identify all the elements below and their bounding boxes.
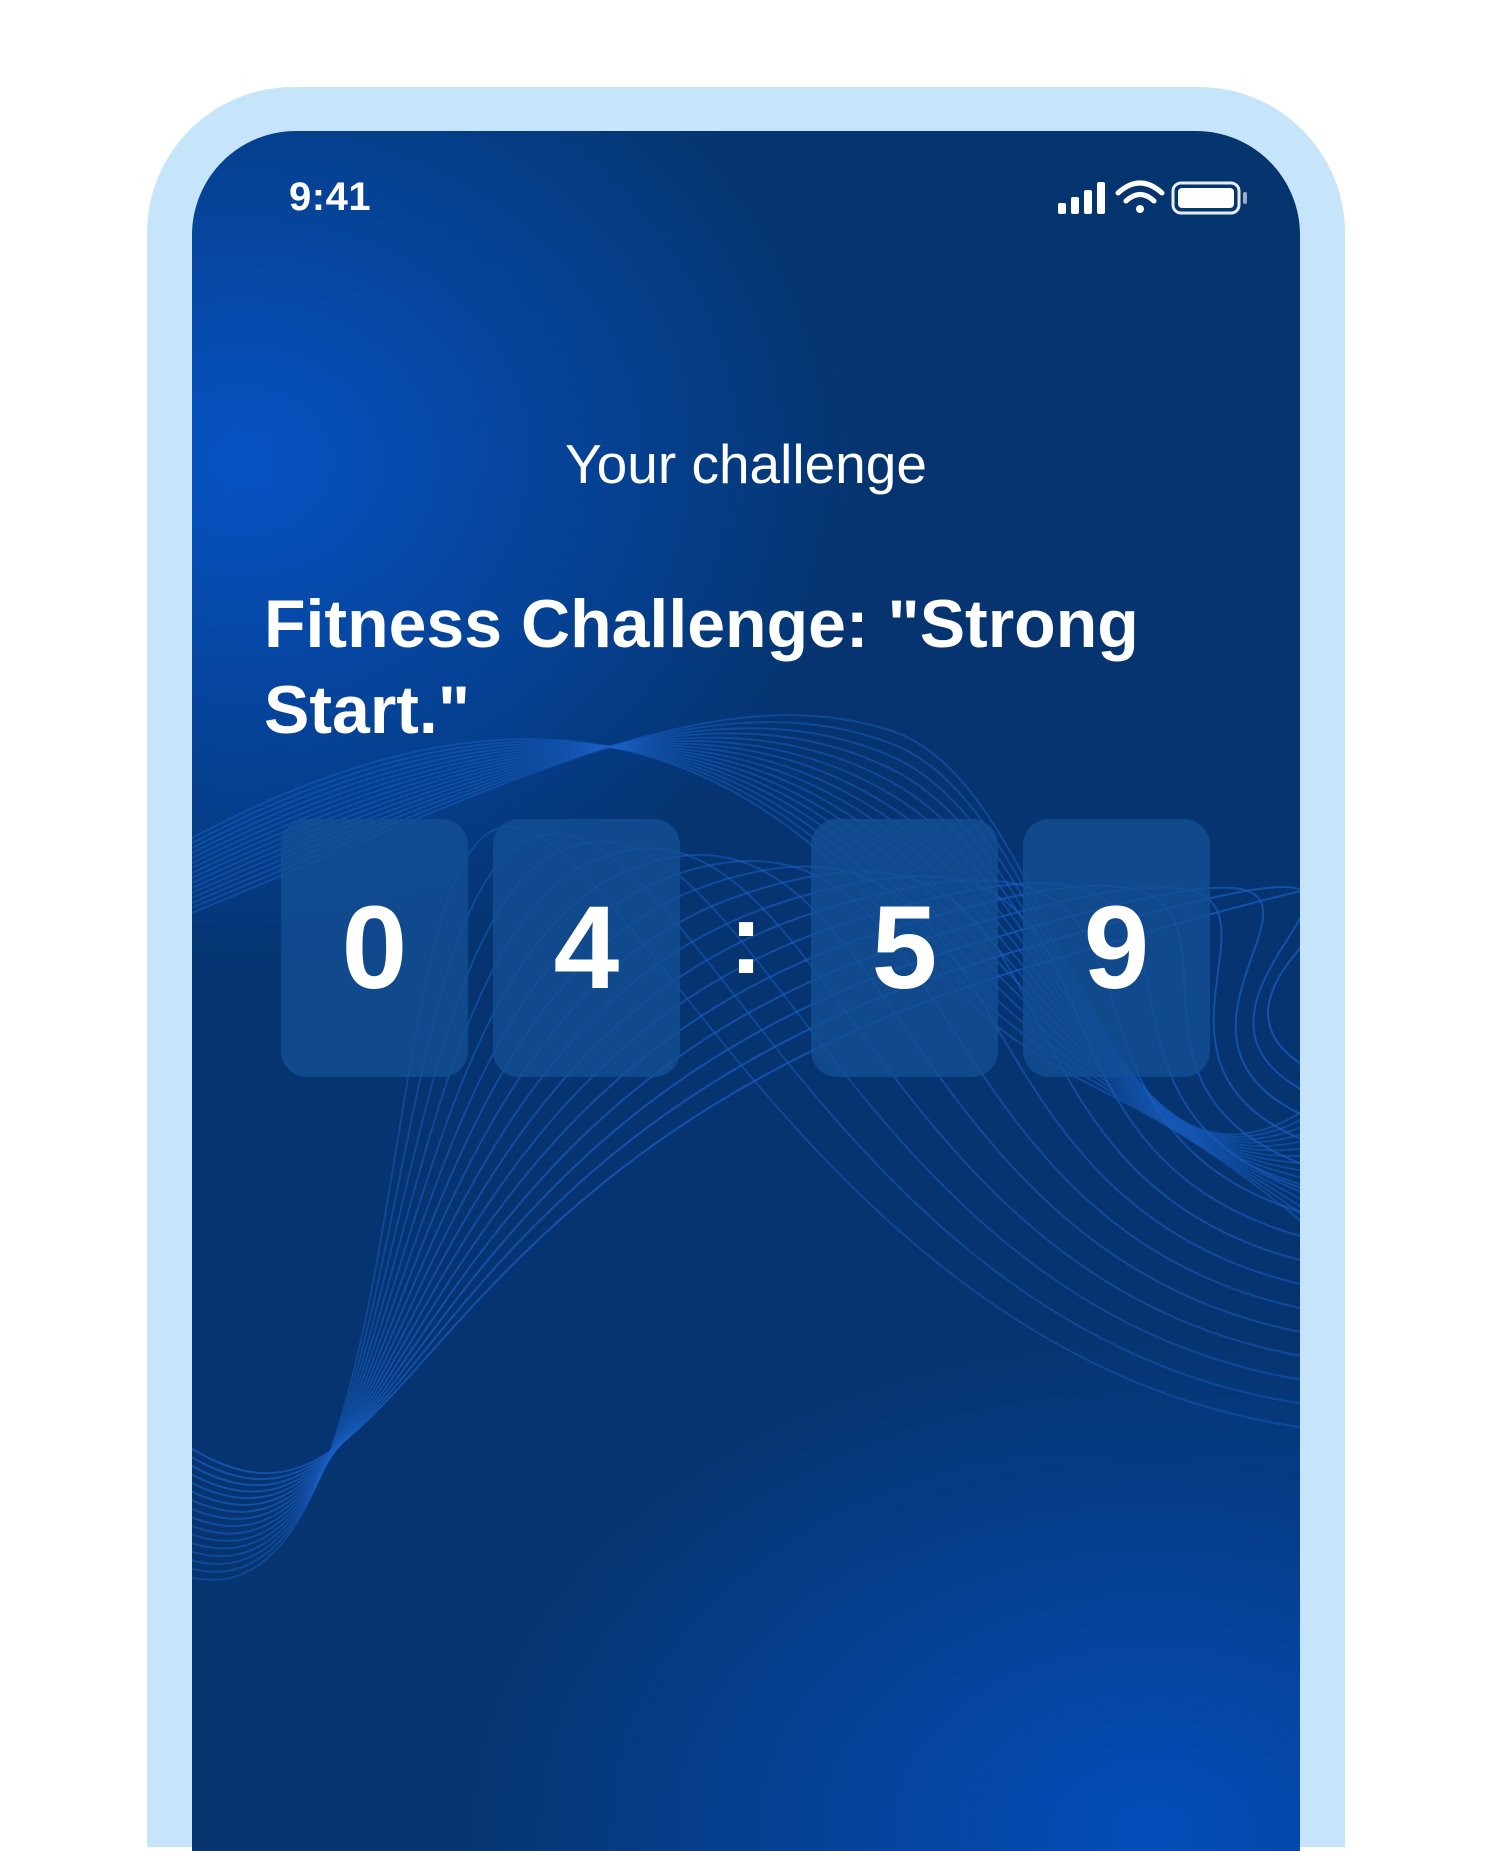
- wifi-icon: [1115, 180, 1165, 213]
- challenge-name: Fitness Challenge: "Strong Start.": [264, 586, 1139, 748]
- status-time: 9:41: [289, 175, 372, 219]
- status-icons: [1058, 180, 1247, 215]
- status-bar: 9:41: [192, 131, 1300, 231]
- battery-icon: [1171, 181, 1247, 215]
- page-title: Your challenge: [565, 433, 927, 495]
- countdown-timer: 0 4 : 5 9: [192, 819, 1300, 1077]
- signal-icon: [1058, 182, 1105, 214]
- minutes-tens-digit: 0: [281, 819, 468, 1077]
- app-screen: 9:41 Your challenge Fitness Challenge: "…: [192, 131, 1300, 1851]
- seconds-ones-digit: 9: [1023, 819, 1210, 1077]
- minutes-ones-digit: 4: [493, 819, 680, 1077]
- timer-separator: :: [729, 883, 763, 995]
- seconds-tens-digit: 5: [811, 819, 998, 1077]
